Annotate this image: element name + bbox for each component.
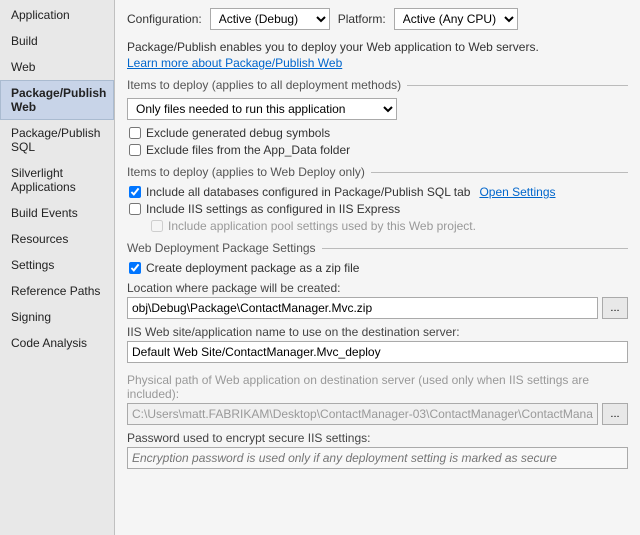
apppool-row: Include application pool settings used b… bbox=[127, 219, 628, 233]
section-divider-3 bbox=[322, 248, 628, 249]
sidebar-item-build[interactable]: Build bbox=[0, 28, 114, 54]
location-row: ... bbox=[127, 297, 628, 319]
iis-settings-row: Include IIS settings as configured in II… bbox=[127, 202, 628, 216]
deploy-select[interactable]: Only files needed to run this applicatio… bbox=[127, 98, 397, 120]
exclude-appdata-checkbox[interactable] bbox=[129, 144, 141, 156]
physical-input[interactable] bbox=[127, 403, 598, 425]
apppool-label: Include application pool settings used b… bbox=[168, 219, 476, 233]
sidebar-item-settings[interactable]: Settings bbox=[0, 252, 114, 278]
physical-row: ... bbox=[127, 403, 628, 425]
main-content: Configuration: Active (Debug) Platform: … bbox=[115, 0, 640, 535]
desc-text: Package/Publish enables you to deploy yo… bbox=[127, 40, 628, 54]
iis-site-label: IIS Web site/application name to use on … bbox=[127, 325, 628, 339]
physical-label: Physical path of Web application on dest… bbox=[127, 373, 628, 401]
sidebar-item-silverlight[interactable]: Silverlight Applications bbox=[0, 160, 114, 200]
config-label: Configuration: bbox=[127, 12, 202, 26]
location-label: Location where package will be created: bbox=[127, 281, 628, 295]
sidebar-item-reference-paths[interactable]: Reference Paths bbox=[0, 278, 114, 304]
password-label: Password used to encrypt secure IIS sett… bbox=[127, 431, 628, 445]
sidebar-item-package-publish-sql[interactable]: Package/Publish SQL bbox=[0, 120, 114, 160]
iis-site-input[interactable] bbox=[127, 341, 628, 363]
zip-label: Create deployment package as a zip file bbox=[146, 261, 359, 275]
platform-select[interactable]: Active (Any CPU) bbox=[394, 8, 518, 30]
section-divider-2 bbox=[371, 172, 628, 173]
web-deploy-section-label: Web Deployment Package Settings bbox=[127, 241, 316, 255]
deploy-items-section-header: Items to deploy (applies to all deployme… bbox=[127, 78, 628, 92]
iis-settings-checkbox[interactable] bbox=[129, 203, 141, 215]
platform-label: Platform: bbox=[338, 12, 386, 26]
zip-row: Create deployment package as a zip file bbox=[127, 261, 628, 275]
databases-label: Include all databases configured in Pack… bbox=[146, 185, 470, 199]
databases-checkbox[interactable] bbox=[129, 186, 141, 198]
password-input[interactable] bbox=[127, 447, 628, 469]
exclude-appdata-row: Exclude files from the App_Data folder bbox=[127, 143, 628, 157]
zip-checkbox[interactable] bbox=[129, 262, 141, 274]
location-input[interactable] bbox=[127, 297, 598, 319]
exclude-debug-checkbox[interactable] bbox=[129, 127, 141, 139]
web-deploy-section-header: Web Deployment Package Settings bbox=[127, 241, 628, 255]
sidebar-item-package-publish-web[interactable]: Package/Publish Web bbox=[0, 80, 114, 120]
sidebar-item-code-analysis[interactable]: Code Analysis bbox=[0, 330, 114, 356]
config-row: Configuration: Active (Debug) Platform: … bbox=[127, 8, 628, 30]
password-row bbox=[127, 447, 628, 469]
sidebar-item-resources[interactable]: Resources bbox=[0, 226, 114, 252]
physical-browse-btn[interactable]: ... bbox=[602, 403, 628, 425]
sidebar-item-build-events[interactable]: Build Events bbox=[0, 200, 114, 226]
databases-row: Include all databases configured in Pack… bbox=[127, 185, 628, 199]
sidebar-item-signing[interactable]: Signing bbox=[0, 304, 114, 330]
config-select[interactable]: Active (Debug) bbox=[210, 8, 330, 30]
apppool-checkbox[interactable] bbox=[151, 220, 163, 232]
exclude-appdata-label: Exclude files from the App_Data folder bbox=[146, 143, 350, 157]
deploy-webonly-section-label: Items to deploy (applies to Web Deploy o… bbox=[127, 165, 365, 179]
section-divider-1 bbox=[407, 85, 628, 86]
sidebar-item-web[interactable]: Web bbox=[0, 54, 114, 80]
learn-more-link[interactable]: Learn more about Package/Publish Web bbox=[127, 56, 628, 70]
exclude-debug-label: Exclude generated debug symbols bbox=[146, 126, 330, 140]
exclude-debug-row: Exclude generated debug symbols bbox=[127, 126, 628, 140]
sidebar: Application Build Web Package/Publish We… bbox=[0, 0, 115, 535]
deploy-webonly-section-header: Items to deploy (applies to Web Deploy o… bbox=[127, 165, 628, 179]
location-browse-btn[interactable]: ... bbox=[602, 297, 628, 319]
deploy-items-section-label: Items to deploy (applies to all deployme… bbox=[127, 78, 401, 92]
sidebar-item-application[interactable]: Application bbox=[0, 2, 114, 28]
open-settings-link[interactable]: Open Settings bbox=[479, 185, 555, 199]
iis-settings-label: Include IIS settings as configured in II… bbox=[146, 202, 400, 216]
